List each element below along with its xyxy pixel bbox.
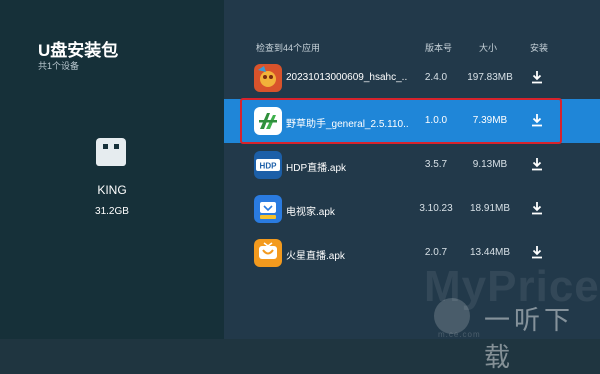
hdp-app-icon: HDP <box>254 151 282 179</box>
download-icon[interactable] <box>530 245 544 259</box>
tv-home-app-icon <box>254 195 282 223</box>
size-column-header: 大小 <box>479 43 498 53</box>
game-app-icon <box>254 64 282 92</box>
app-size: 18.91MB <box>469 203 511 214</box>
app-row[interactable]: 电视家.apk 3.10.23 18.91MB <box>224 187 600 231</box>
watermark-logo-icon <box>434 298 470 334</box>
app-size: 197.83MB <box>467 72 513 83</box>
app-size: 13.44MB <box>469 247 511 258</box>
download-icon[interactable] <box>530 201 544 215</box>
app-count-header: 检查到44个应用 <box>256 43 321 53</box>
device-capacity: 31.2GB <box>95 206 129 217</box>
page-title: U盘安装包 <box>38 41 119 60</box>
app-name: 20231013000609_hsahc_.. <box>286 72 408 83</box>
app-version: 2.0.7 <box>424 247 448 258</box>
version-column-header: 版本号 <box>425 43 453 53</box>
device-count: 共1个设备 <box>38 61 80 71</box>
device-name: KING <box>97 183 127 197</box>
device-panel: U盘安装包 共1个设备 KING 31.2GB <box>0 0 224 339</box>
download-icon[interactable] <box>530 157 544 171</box>
app-version: 3.10.23 <box>419 203 453 214</box>
usb-drive-icon[interactable] <box>94 134 128 168</box>
focus-highlight <box>240 98 562 144</box>
install-column-header: 安装 <box>530 43 549 53</box>
app-row[interactable]: 20231013000609_hsahc_.. 2.4.0 197.83MB <box>224 56 600 100</box>
app-version: 3.5.7 <box>424 159 448 170</box>
app-name: 火星直播.apk <box>286 251 345 262</box>
watermark-url: m.ce.com <box>438 330 481 339</box>
app-row[interactable]: HDP HDP直播.apk 3.5.7 9.13MB <box>224 143 600 187</box>
mars-live-app-icon <box>254 239 282 267</box>
app-name: 电视家.apk <box>286 207 335 218</box>
app-size: 9.13MB <box>472 159 508 170</box>
app-name: HDP直播.apk <box>286 163 347 174</box>
svg-text:HDP: HDP <box>260 162 278 171</box>
app-version: 2.4.0 <box>424 72 448 83</box>
download-icon[interactable] <box>530 70 544 84</box>
watermark-text: 一听下载 <box>484 306 575 373</box>
